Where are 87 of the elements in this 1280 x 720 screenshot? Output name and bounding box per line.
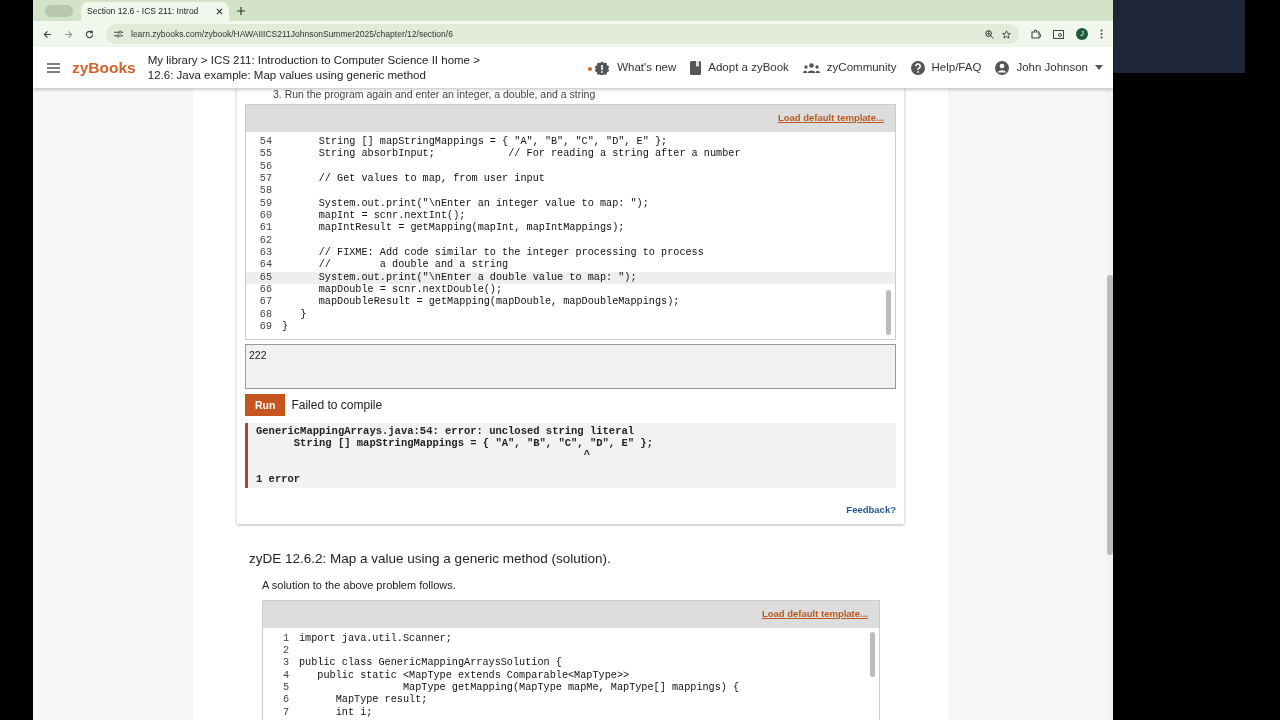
line-number: 63 <box>258 247 272 260</box>
line-number: 54 <box>258 136 272 149</box>
description-text: A solution to the above problem follows. <box>262 578 457 592</box>
code-line: mapIntResult = getMapping(mapInt, mapIntMappings); <box>317 222 625 235</box>
code-line: MapType getMapping(MapType mapMe, MapType[] mappings) { <box>401 681 740 694</box>
run-button[interactable]: Run <box>245 393 286 416</box>
line-number: 62 <box>258 234 272 248</box>
line-number: 7 <box>281 706 289 719</box>
code-line: public class GenericMappingArraysSolution { <box>299 657 562 670</box>
code-line: import java.util.Scanner; <box>299 632 452 645</box>
tab-title: Section 12.6 - ICS 211: Introd <box>87 5 200 18</box>
code-line: System.out.print("\nEnter a double value to map: "); <box>317 271 637 284</box>
code-line: System.out.print("\nEnter an integer value to map: "); <box>317 197 649 210</box>
code-line: // a double and a string <box>317 259 509 272</box>
nav-link[interactable]: zyCommunity <box>826 58 897 77</box>
site-settings-icon[interactable] <box>114 30 123 38</box>
forward-arrow-icon[interactable] <box>64 29 73 39</box>
code-line: } <box>299 308 307 322</box>
feedback-link[interactable]: Feedback? <box>846 503 896 516</box>
nav-link[interactable]: John Johnson <box>1016 58 1088 77</box>
load-template-link[interactable]: Load default template... <box>777 111 884 126</box>
line-number: 66 <box>258 284 272 297</box>
line-number: 60 <box>258 210 272 223</box>
scrollbar-thumb[interactable] <box>886 289 891 335</box>
section-title: zyDE 12.6.2: Map a value using a generic method (solution). <box>249 549 612 567</box>
new-tab-icon[interactable] <box>237 6 245 15</box>
more-options-icon[interactable] <box>1100 29 1103 39</box>
code-line: String [] mapStringMappings = { "A", "B", "C", "D", E" }; <box>317 136 668 148</box>
help-icon <box>910 60 925 75</box>
line-number: 59 <box>258 197 272 211</box>
line-number: 55 <box>258 148 272 161</box>
code-line: String absorbInput; // For reading a string after a number <box>317 148 741 161</box>
star-icon[interactable] <box>1002 29 1011 39</box>
address-bar[interactable]: learn.zybooks.com/zybook/HAWAIIICS211JohnsonSummer2025/chapter/12/section/6 <box>106 24 1019 44</box>
scrollbar-thumb[interactable] <box>1107 275 1113 555</box>
caret-icon[interactable] <box>1095 65 1103 70</box>
error-output: GenericMappingArrays.java:54: error: unclosed string literal String [] mapStringMappings = { "A", "B", "C", "D", E" }; ^ 1 error <box>245 422 896 488</box>
line-number: 67 <box>258 296 272 309</box>
url-text: learn.zybooks.com/zybook/HAWAIIICS211JohnsonSummer2025/chapter/12/section/6 <box>131 27 454 41</box>
line-number: 57 <box>258 173 272 186</box>
line-number: 1 <box>281 632 289 645</box>
user-avatar-icon <box>995 60 1010 75</box>
line-number: 4 <box>281 669 289 682</box>
nav-link[interactable]: Help/FAQ <box>931 58 982 77</box>
zoom-icon[interactable] <box>985 29 994 39</box>
line-number: 68 <box>258 308 272 322</box>
media-icon[interactable] <box>1053 29 1064 39</box>
line-number: 69 <box>258 321 272 334</box>
line-number: 6 <box>281 694 289 707</box>
line-number: 65 <box>258 271 272 285</box>
input-field[interactable]: 222 <box>245 343 896 389</box>
breadcrumb-link[interactable]: My library > ICS 211: Introduction to Computer Science II home > <box>147 52 480 68</box>
breadcrumb-link[interactable]: 12.6: Java example: Map values using generic method <box>147 67 480 83</box>
line-number: 58 <box>258 185 272 198</box>
line-number: 56 <box>258 160 272 174</box>
compile-status: Failed to compile <box>291 396 383 414</box>
line-number: 61 <box>258 222 272 235</box>
line-number: 2 <box>281 644 289 658</box>
code-line: // FIXME: Add code similar to the integer processing to process <box>317 247 704 259</box>
alert-badge-icon <box>588 60 611 75</box>
code-line: // Get values to map, from user input <box>317 173 545 186</box>
scrollbar-thumb[interactable] <box>870 631 875 677</box>
reload-icon[interactable] <box>85 29 94 39</box>
code-line: mapInt = scnr.nextInt(); <box>317 210 466 222</box>
puzzle-piece-icon[interactable] <box>1031 29 1041 39</box>
code-line: int i; <box>334 706 373 719</box>
code-line: } <box>282 321 289 334</box>
zybooks-logo[interactable]: zyBooks <box>72 55 136 80</box>
code-line: mapDoubleResult = getMapping(mapDouble, mapDoubleMappings); <box>317 296 680 309</box>
line-number: 64 <box>258 259 272 272</box>
load-template-link[interactable]: Load default template... <box>761 606 868 622</box>
code-editor[interactable] <box>262 599 880 720</box>
menu-icon[interactable] <box>47 62 60 73</box>
book-icon <box>690 60 702 75</box>
nav-link[interactable]: Adopt a zyBook <box>708 58 789 77</box>
people-icon <box>802 62 820 73</box>
code-line: MapType result; <box>334 694 428 707</box>
code-line: public static <MapType extends Comparable<MapType>> <box>316 669 630 682</box>
code-line: mapDouble = scnr.nextDouble(); <box>317 284 503 296</box>
line-number: 5 <box>281 681 289 695</box>
back-arrow-icon[interactable] <box>43 29 52 39</box>
browser-tab[interactable]: Section 12.6 - ICS 211: Introd <box>81 2 229 21</box>
nav-link[interactable]: What's new <box>617 58 677 77</box>
instruction-text: 3. Run the program again and enter an integer, a double, and a string <box>272 88 597 101</box>
line-number: 3 <box>281 657 289 670</box>
code-editor[interactable] <box>245 104 896 340</box>
close-icon[interactable] <box>216 8 223 15</box>
